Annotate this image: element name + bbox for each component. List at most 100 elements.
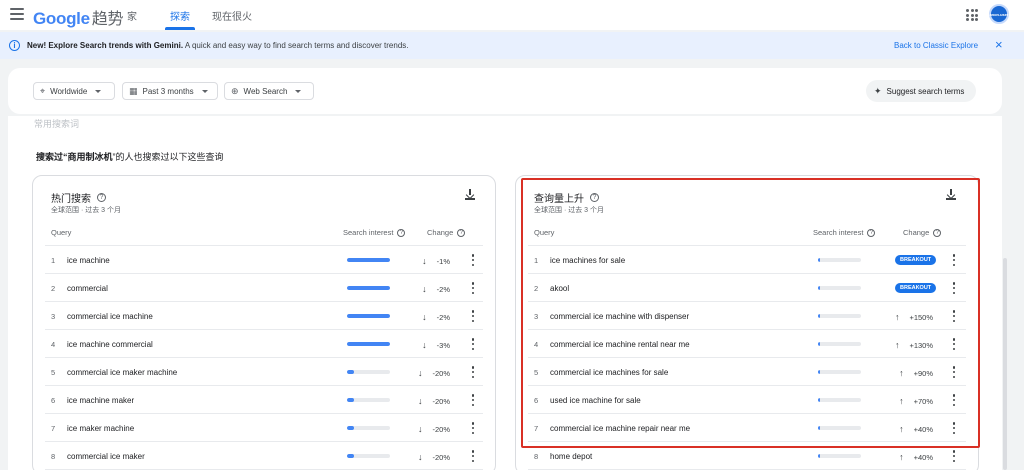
tab-home[interactable]: 家 bbox=[127, 8, 137, 23]
table-row[interactable]: 5 commercial ice machines for sale ↑ +90% bbox=[528, 358, 966, 386]
change-value: ↓ -2% bbox=[390, 312, 450, 322]
download-icon[interactable] bbox=[465, 189, 475, 200]
suggest-search-terms-button[interactable]: ✦ Suggest search terms bbox=[866, 80, 976, 102]
chevron-down-icon bbox=[95, 89, 102, 93]
row-rank: 6 bbox=[51, 396, 56, 405]
change-percent: -2% bbox=[436, 313, 450, 322]
help-icon[interactable]: ? bbox=[97, 193, 106, 202]
row-query: commercial ice maker bbox=[67, 452, 145, 461]
location-pin-icon: ⌖ bbox=[40, 85, 46, 96]
tab-explore[interactable]: 探索 bbox=[170, 8, 190, 23]
title-suffix: ”的人也搜索过以下这些查询 bbox=[112, 152, 224, 162]
time-filter-label: Past 3 months bbox=[142, 86, 194, 96]
interest-bar-fill bbox=[347, 370, 354, 374]
page-scrollbar[interactable] bbox=[1003, 258, 1007, 470]
row-query: ice machines for sale bbox=[550, 256, 626, 265]
interest-bar-fill bbox=[818, 342, 820, 346]
change-percent: -20% bbox=[432, 397, 450, 406]
change-percent: -20% bbox=[432, 453, 450, 462]
help-icon[interactable]: ? bbox=[590, 193, 599, 202]
avatar-text: anon.user bbox=[989, 11, 1009, 17]
arrow-down-icon: ↓ bbox=[417, 424, 423, 434]
table-row[interactable]: 8 home depot ↑ +40% bbox=[528, 442, 966, 470]
interest-bar bbox=[818, 370, 861, 374]
table-row[interactable]: 6 used ice machine for sale ↑ +70% bbox=[528, 386, 966, 414]
interest-bar bbox=[818, 258, 861, 262]
column-header-query: Query bbox=[534, 228, 555, 237]
change-percent: +70% bbox=[913, 397, 933, 406]
panel-subtitle: 全球范围 · 过去 3 个月 bbox=[51, 207, 122, 214]
info-icon: i bbox=[9, 40, 20, 51]
more-vert-icon[interactable] bbox=[471, 338, 475, 350]
row-rank: 1 bbox=[51, 256, 56, 265]
tab-trending-now[interactable]: 现在很火 bbox=[212, 8, 252, 23]
menu-icon[interactable] bbox=[10, 8, 24, 20]
interest-bar-fill bbox=[347, 426, 354, 430]
gemini-banner: i New! Explore Search trends with Gemini… bbox=[0, 32, 1024, 59]
table-row[interactable]: 1 ice machines for sale BREAKOUT bbox=[528, 246, 966, 274]
back-to-classic-link[interactable]: Back to Classic Explore bbox=[894, 41, 978, 50]
change-percent: +130% bbox=[909, 341, 933, 350]
google-trends-logo[interactable]: Google 趋势 bbox=[33, 5, 123, 29]
close-icon[interactable]: × bbox=[995, 38, 1003, 51]
help-icon[interactable]: ? bbox=[933, 228, 942, 237]
calendar-icon: ▦ bbox=[129, 85, 138, 96]
table-row[interactable]: 1 ice machine ↓ -1% bbox=[45, 246, 483, 274]
more-vert-icon[interactable] bbox=[471, 254, 475, 266]
interest-bar-fill bbox=[347, 454, 354, 458]
more-vert-icon[interactable] bbox=[471, 422, 475, 434]
panel-title: 热门搜索 ? bbox=[51, 190, 106, 205]
avatar[interactable]: anon.user bbox=[989, 4, 1009, 24]
more-vert-icon[interactable] bbox=[471, 450, 475, 462]
more-vert-icon[interactable] bbox=[471, 310, 475, 322]
arrow-up-icon: ↑ bbox=[899, 396, 904, 406]
more-vert-icon[interactable] bbox=[952, 310, 956, 322]
change-percent: +90% bbox=[913, 369, 933, 378]
rising-queries-panel: 查询量上升 ? 全球范围 · 过去 3 个月 Query Search inte… bbox=[515, 175, 979, 470]
help-icon[interactable]: ? bbox=[457, 228, 466, 237]
table-row[interactable]: 2 akool BREAKOUT bbox=[528, 274, 966, 302]
arrow-down-icon: ↓ bbox=[422, 340, 427, 350]
interest-bar bbox=[347, 286, 390, 290]
time-filter[interactable]: ▦ Past 3 months bbox=[122, 82, 218, 100]
download-icon[interactable] bbox=[946, 189, 956, 200]
table-row[interactable]: 7 ice maker machine ↓ -20% bbox=[45, 414, 483, 442]
table-row[interactable]: 7 commercial ice machine repair near me ↑ +… bbox=[528, 414, 966, 442]
row-rank: 7 bbox=[534, 424, 539, 433]
more-vert-icon[interactable] bbox=[952, 366, 956, 378]
more-vert-icon[interactable] bbox=[471, 366, 475, 378]
more-vert-icon[interactable] bbox=[952, 450, 956, 462]
interest-bar-fill bbox=[818, 370, 820, 374]
change-percent: +40% bbox=[913, 425, 933, 434]
change-value: ↑ +70% bbox=[873, 396, 933, 406]
help-icon[interactable]: ? bbox=[397, 228, 406, 237]
help-icon[interactable]: ? bbox=[867, 228, 876, 237]
row-rank: 8 bbox=[51, 452, 56, 461]
table-row[interactable]: 3 commercial ice machine ↓ -2% bbox=[45, 302, 483, 330]
more-vert-icon[interactable] bbox=[952, 254, 956, 266]
table-row[interactable]: 6 ice machine maker ↓ -20% bbox=[45, 386, 483, 414]
arrow-up-icon: ↑ bbox=[899, 452, 904, 462]
change-value: ↓ -3% bbox=[390, 340, 450, 350]
logo-trends: 趋势 bbox=[91, 11, 124, 28]
table-row[interactable]: 2 commercial ↓ -2% bbox=[45, 274, 483, 302]
more-vert-icon[interactable] bbox=[952, 422, 956, 434]
table-row[interactable]: 3 commercial ice machine with dispenser ↑ +… bbox=[528, 302, 966, 330]
property-filter[interactable]: ⊕ Web Search bbox=[224, 82, 314, 100]
apps-grid-icon[interactable] bbox=[966, 9, 978, 21]
table-row[interactable]: 4 commercial ice machine rental near me ↑ +… bbox=[528, 330, 966, 358]
more-vert-icon[interactable] bbox=[952, 282, 956, 294]
more-vert-icon[interactable] bbox=[471, 282, 475, 294]
tab-active-indicator bbox=[165, 27, 195, 30]
table-row[interactable]: 4 ice machine commercial ↓ -3% bbox=[45, 330, 483, 358]
row-query: commercial ice machine repair near me bbox=[550, 424, 691, 433]
more-vert-icon[interactable] bbox=[471, 394, 475, 406]
interest-bar bbox=[818, 398, 861, 402]
column-header-change: Change? bbox=[427, 228, 466, 237]
location-filter[interactable]: ⌖ Worldwide bbox=[33, 82, 115, 100]
more-vert-icon[interactable] bbox=[952, 338, 956, 350]
more-vert-icon[interactable] bbox=[952, 394, 956, 406]
table-row[interactable]: 8 commercial ice maker ↓ -20% bbox=[45, 442, 483, 470]
title-term: 商用制冰机 bbox=[67, 152, 113, 162]
table-row[interactable]: 5 commercial ice maker machine ↓ -20% bbox=[45, 358, 483, 386]
